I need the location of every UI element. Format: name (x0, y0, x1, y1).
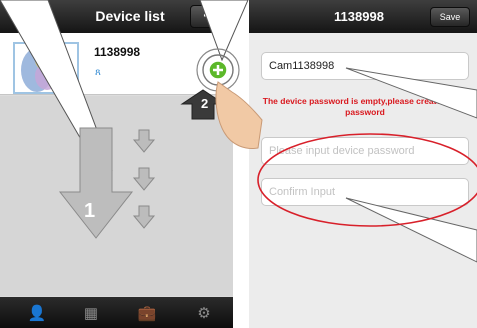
grid-icon: ▦ (83, 304, 99, 322)
step-number-2: 2 (201, 96, 209, 111)
tab-devices[interactable]: 👤 (8, 297, 66, 328)
gear-icon: ⚙ (197, 304, 211, 322)
nav-bar: 1138998 Save (249, 0, 477, 33)
briefcase-icon: 💼 (137, 304, 157, 322)
step-number-1: 1 (84, 200, 96, 222)
tutorial-screenshot: Device list + 1138998 ጸ 👤 ▦ � (0, 0, 477, 328)
add-device-button[interactable]: + (190, 5, 228, 28)
confirm-password-field[interactable] (261, 178, 469, 206)
device-edit-screen: 1138998 Save The device password is empt… (249, 0, 477, 328)
tab-tools[interactable]: 💼 (118, 297, 176, 328)
tab-grid[interactable]: ▦ (62, 297, 120, 328)
tab-settings[interactable]: ⚙ (175, 297, 233, 328)
nav-bar: Device list + (0, 0, 233, 33)
person-icon: 👤 (27, 304, 47, 322)
device-name: 1138998 (94, 45, 141, 59)
device-list-item[interactable]: 1138998 ጸ (0, 33, 233, 95)
tab-bar: 👤 ▦ 💼 ⚙ (0, 297, 233, 328)
empty-list-area (0, 96, 233, 296)
device-list-screen: Device list + 1138998 ጸ 👤 ▦ � (0, 0, 233, 328)
device-name-field[interactable] (261, 52, 469, 80)
person-outline-icon: ጸ (95, 67, 101, 78)
password-field[interactable] (261, 137, 469, 165)
page-title: Device list (95, 8, 165, 24)
device-thumbnail (13, 42, 79, 94)
save-button[interactable]: Save (430, 7, 470, 27)
password-warning: The device password is empty,please crea… (262, 96, 468, 117)
page-title: 1138998 (334, 9, 384, 24)
